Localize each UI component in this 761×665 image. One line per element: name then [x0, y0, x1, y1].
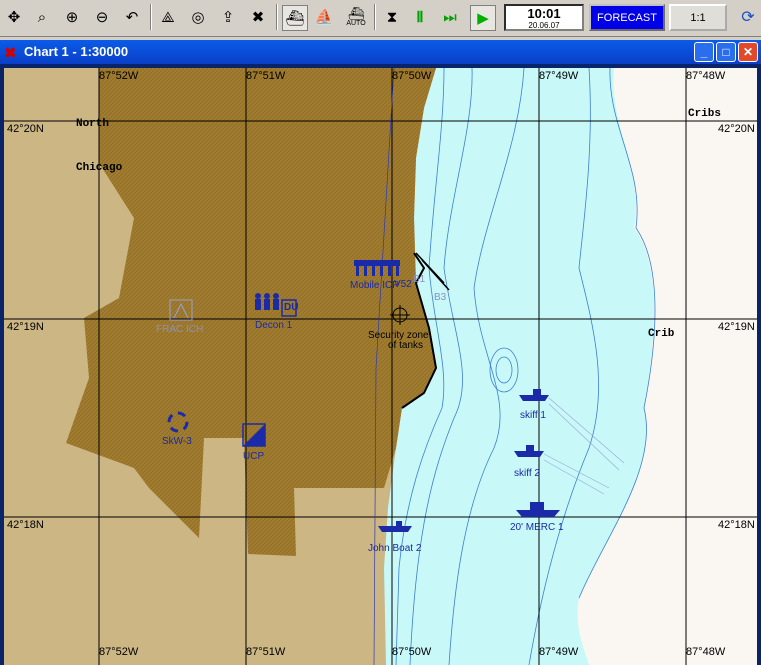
- lon-label-bottom: 87°50W: [392, 646, 432, 658]
- of-tanks-label: of tanks: [388, 340, 424, 351]
- target-icon[interactable]: ◎: [186, 5, 210, 29]
- minimize-button[interactable]: _: [694, 42, 714, 62]
- lon-label-bottom: 87°49W: [539, 646, 579, 658]
- lon-label-top: 87°49W: [539, 70, 579, 82]
- play-icon[interactable]: ▶: [470, 5, 496, 31]
- window-titlebar[interactable]: ✖ Chart 1 - 1:30000 _ □ ✕: [0, 40, 761, 64]
- window-title: Chart 1 - 1:30000: [24, 44, 129, 59]
- zoom-out-icon[interactable]: ⊖: [90, 5, 114, 29]
- clock-display: 10:01 20.06.07: [504, 4, 584, 31]
- chart-graphics: [4, 68, 757, 665]
- place-crib: Crib: [648, 328, 675, 340]
- b1-label: B1: [413, 274, 426, 285]
- skiff2-label[interactable]: skiff 2: [514, 468, 540, 479]
- merc-label[interactable]: 20' MERC 1: [510, 522, 564, 533]
- lon-label-bottom: 87°52W: [99, 646, 139, 658]
- app-icon: ✖: [4, 45, 17, 62]
- auto-ship-button[interactable]: ⛴ AUTO: [342, 5, 370, 29]
- mobile-icp-label[interactable]: Mobile ICP: [350, 280, 399, 291]
- nautical-chart[interactable]: 87°52W 87°51W 87°50W 87°49W 87°48W 87°52…: [4, 68, 757, 665]
- lon-label-bottom: 87°48W: [686, 646, 726, 658]
- auto-ship-icon: ⛴: [347, 5, 365, 21]
- ship-track-icon[interactable]: ⛴: [282, 5, 308, 31]
- lat-label-right: 42°20N: [718, 123, 755, 135]
- frac-ich-label[interactable]: FRAC ICH: [156, 324, 203, 335]
- lat-label-left: 42°20N: [7, 123, 44, 135]
- sync-icon[interactable]: ⟳: [737, 5, 759, 29]
- export-icon[interactable]: ⇪: [216, 5, 240, 29]
- toolbar-separator: [276, 4, 278, 30]
- b3-label: B3: [434, 292, 447, 303]
- lon-label-top: 87°51W: [246, 70, 286, 82]
- lat-label-right: 42°18N: [718, 519, 755, 531]
- john-boat-label[interactable]: John Boat 2: [368, 543, 421, 554]
- zoom-in-icon[interactable]: ⊕: [60, 5, 84, 29]
- lat-label-left: 42°19N: [7, 321, 44, 333]
- date-readout: 20.06.07: [528, 21, 560, 30]
- time-readout: 10:01: [527, 6, 561, 21]
- lon-label-top: 87°48W: [686, 70, 726, 82]
- auto-label: AUTO: [346, 19, 366, 27]
- lon-label-top: 87°50W: [392, 70, 432, 82]
- skiff1-label[interactable]: skiff 1: [520, 410, 546, 421]
- skw-label[interactable]: SkW-3: [162, 436, 192, 447]
- stop-icon[interactable]: ⧗: [380, 5, 404, 29]
- place-cribs: Cribs: [688, 108, 722, 120]
- decon-label[interactable]: Decon 1: [255, 320, 292, 331]
- undo-icon[interactable]: ↶: [120, 5, 144, 29]
- close-button[interactable]: ✕: [738, 42, 758, 62]
- chart-window: ✖ Chart 1 - 1:30000 _ □ ✕ 87°52W 87°51W …: [0, 40, 761, 665]
- fast-forward-icon[interactable]: ⏭: [438, 5, 462, 29]
- scale-button[interactable]: 1:1: [669, 4, 727, 31]
- delete-icon[interactable]: ✖: [246, 5, 270, 29]
- maximize-button[interactable]: □: [716, 42, 736, 62]
- place-north: North: [76, 118, 110, 130]
- move-icon[interactable]: ✥: [2, 5, 26, 29]
- v52-label[interactable]: V52: [394, 279, 412, 290]
- du-label: DU: [284, 302, 299, 313]
- lat-label-left: 42°18N: [7, 519, 44, 531]
- main-toolbar: ✥ ⌕ ⊕ ⊖ ↶ ⟁ ◎ ⇪ ✖ ⛴ ⛵ ⛴ AUTO ⧗ Ⅱ ⏭ ▶ 10:…: [0, 0, 761, 37]
- toolbar-separator: [150, 4, 152, 30]
- lat-label-right: 42°19N: [718, 321, 755, 333]
- place-chicago: Chicago: [76, 162, 123, 174]
- ucp-label[interactable]: UCP: [243, 451, 264, 462]
- zoom-window-icon[interactable]: ⌕: [30, 5, 54, 29]
- lon-label-top: 87°52W: [99, 70, 139, 82]
- pause-icon[interactable]: Ⅱ: [408, 5, 432, 29]
- toolbar-separator: [374, 4, 376, 30]
- draw-icon[interactable]: ⟁: [156, 5, 180, 29]
- ship-icon[interactable]: ⛵: [312, 5, 336, 29]
- forecast-button[interactable]: FORECAST: [589, 4, 665, 31]
- lon-label-bottom: 87°51W: [246, 646, 286, 658]
